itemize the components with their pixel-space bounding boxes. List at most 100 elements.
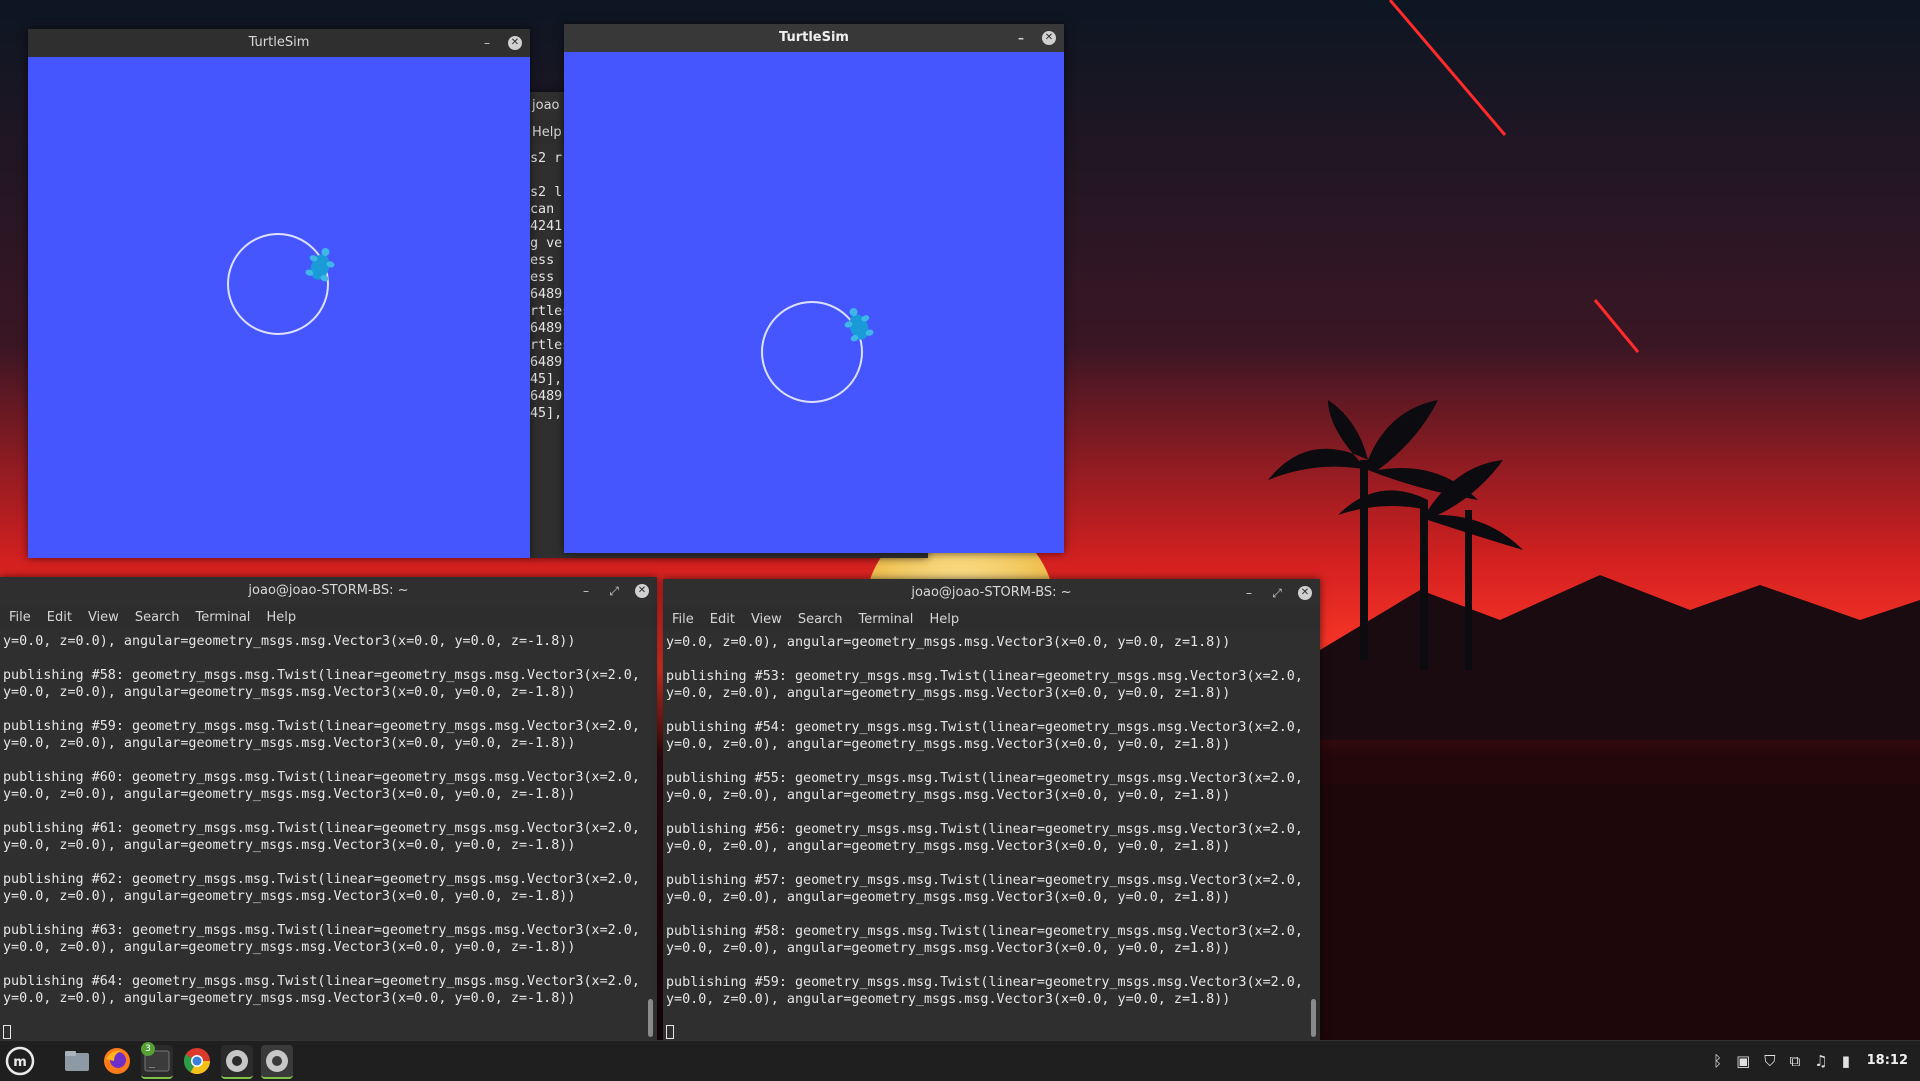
maximize-button[interactable]: ⤢ [1270, 579, 1284, 607]
terminal-line: publishing #55: geometry_msgs.msg.Twist(… [666, 771, 1303, 786]
window-title: TurtleSim [779, 30, 849, 45]
scrollbar[interactable] [1311, 999, 1316, 1037]
bluetooth-icon[interactable]: ᛒ [1713, 1052, 1722, 1070]
terminal-line: y=0.0, z=0.0), angular=geometry_msgs.msg… [3, 838, 576, 853]
scrollbar[interactable] [648, 999, 653, 1037]
turtlesim-canvas [28, 57, 530, 558]
terminal-line: y=0.0, z=0.0), angular=geometry_msgs.msg… [3, 634, 576, 649]
terminal-line: publishing #57: geometry_msgs.msg.Twist(… [666, 873, 1303, 888]
menu-bar: File Edit View Search Terminal Help [0, 605, 657, 629]
clipboard-icon[interactable]: ▣ [1736, 1052, 1750, 1070]
terminal-icon[interactable]: _ 3 [141, 1042, 173, 1079]
minimize-button[interactable]: – [579, 577, 593, 605]
menu-item-view[interactable]: View [751, 612, 782, 627]
terminal-line: publishing #63: geometry_msgs.msg.Twist(… [3, 923, 640, 938]
terminal-line: publishing #60: geometry_msgs.msg.Twist(… [3, 770, 640, 785]
terminal-line: publishing #53: geometry_msgs.msg.Twist(… [666, 669, 1303, 684]
turtle-icon [305, 247, 335, 282]
network-icon[interactable]: ⧉ [1790, 1052, 1801, 1070]
battery-icon[interactable]: ▮ [1842, 1052, 1850, 1070]
close-button[interactable]: ✕ [508, 36, 522, 50]
svg-text:_: _ [149, 1057, 156, 1068]
terminal-line: y=0.0, z=0.0), angular=geometry_msgs.msg… [3, 787, 576, 802]
menu-item-edit[interactable]: Edit [710, 612, 735, 627]
window-title: TurtleSim [248, 35, 310, 50]
menu-item-view[interactable]: View [88, 610, 119, 625]
chrome-icon[interactable] [181, 1045, 213, 1077]
terminal-line: y=0.0, z=0.0), angular=geometry_msgs.msg… [666, 788, 1231, 803]
music-icon[interactable]: ♫ [1814, 1052, 1827, 1070]
terminal-line: publishing #59: geometry_msgs.msg.Twist(… [666, 975, 1303, 990]
turtle-path-svg [761, 301, 874, 403]
terminal-line: y=0.0, z=0.0), angular=geometry_msgs.msg… [3, 991, 576, 1006]
menu-item-search[interactable]: Search [135, 610, 180, 625]
terminal-line: y=0.0, z=0.0), angular=geometry_msgs.msg… [666, 737, 1231, 752]
terminal-window-right[interactable]: joao@joao-STORM-BS: ~ – ⤢ ✕ File Edit View… [663, 579, 1320, 1040]
menu-help[interactable]: Help [532, 125, 562, 140]
title-bar: TurtleSim – ✕ [28, 29, 530, 57]
minimize-button[interactable]: – [1014, 24, 1028, 52]
menu-item-terminal[interactable]: Terminal [195, 610, 250, 625]
terminal-line: y=0.0, z=0.0), angular=geometry_msgs.msg… [666, 635, 1231, 650]
terminal-line: y=0.0, z=0.0), angular=geometry_msgs.msg… [666, 941, 1231, 956]
turtle-icon [844, 307, 874, 342]
close-button[interactable]: ✕ [1042, 31, 1056, 45]
terminal-line: y=0.0, z=0.0), angular=geometry_msgs.msg… [666, 839, 1231, 854]
minimize-button[interactable]: – [1242, 579, 1256, 607]
menu-item-help[interactable]: Help [929, 612, 959, 627]
menu-item-help[interactable]: Help [266, 610, 296, 625]
close-button[interactable]: ✕ [1298, 586, 1312, 600]
settings-icon[interactable] [261, 1045, 293, 1079]
firefox-icon[interactable] [101, 1045, 133, 1077]
terminal-line: publishing #56: geometry_msgs.msg.Twist(… [666, 822, 1303, 837]
menu-bar: File Edit View Search Terminal Help [663, 607, 1320, 631]
terminal-line: y=0.0, z=0.0), angular=geometry_msgs.msg… [3, 889, 576, 904]
svg-text:m: m [13, 1055, 27, 1070]
terminal-line: publishing #59: geometry_msgs.msg.Twist(… [3, 719, 640, 734]
menu-item-terminal[interactable]: Terminal [858, 612, 913, 627]
terminal-output[interactable]: y=0.0, z=0.0), angular=geometry_msgs.msg… [666, 634, 1306, 1034]
taskbar: m _ 3 ᛒ ▣ ⛉ ⧉ ♫ ▮ 18:12 [0, 1040, 1920, 1081]
maximize-button[interactable]: ⤢ [607, 577, 621, 605]
turtlesim-canvas [564, 52, 1064, 553]
close-button[interactable]: ✕ [635, 584, 649, 598]
menu-item-file[interactable]: File [9, 610, 31, 625]
terminal-line: publishing #54: geometry_msgs.msg.Twist(… [666, 720, 1303, 735]
minimize-button[interactable]: – [480, 29, 494, 57]
files-icon[interactable] [61, 1045, 93, 1077]
turtlesim-window-right[interactable]: TurtleSim – ✕ [564, 24, 1064, 553]
terminal-window-left[interactable]: joao@joao-STORM-BS: ~ – ⤢ ✕ File Edit View… [0, 577, 657, 1040]
terminal-line: y=0.0, z=0.0), angular=geometry_msgs.msg… [3, 685, 576, 700]
terminal-line: publishing #58: geometry_msgs.msg.Twist(… [3, 668, 640, 683]
clock[interactable]: 18:12 [1867, 1041, 1908, 1081]
window-title: joao@joao-STORM-BS: ~ [248, 583, 409, 598]
terminal-output[interactable]: y=0.0, z=0.0), angular=geometry_msgs.msg… [3, 633, 643, 1033]
terminal-line: y=0.0, z=0.0), angular=geometry_msgs.msg… [3, 940, 576, 955]
title-bar: joao@joao-STORM-BS: ~ – ⤢ ✕ [663, 579, 1320, 607]
turtlesim-window-left[interactable]: TurtleSim – ✕ [28, 29, 530, 558]
menu-item-search[interactable]: Search [798, 612, 843, 627]
terminal-window-count-badge: 3 [141, 1042, 155, 1056]
terminal-line: publishing #62: geometry_msgs.msg.Twist(… [3, 872, 640, 887]
menu-icon[interactable]: m [4, 1045, 36, 1077]
turtle-trail-circle [761, 301, 863, 403]
menu-item-edit[interactable]: Edit [47, 610, 72, 625]
menu-item-file[interactable]: File [672, 612, 694, 627]
shield-icon[interactable]: ⛉ [1764, 1052, 1775, 1070]
settings-icon[interactable] [221, 1045, 253, 1079]
terminal-line: publishing #58: geometry_msgs.msg.Twist(… [666, 924, 1303, 939]
